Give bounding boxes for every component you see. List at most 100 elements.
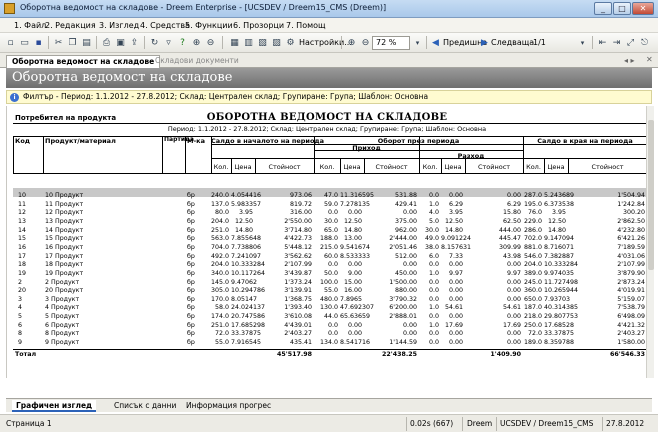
menu-functions[interactable]: 5. Функции [185,21,233,30]
row-value: 9.541674 [340,244,371,251]
row-value: 12.50 [234,218,253,225]
row-product: 11 Продукт [45,201,84,208]
row-value: 4.054416 [231,192,262,199]
open-icon[interactable]: ▭ [18,36,31,49]
row-value: 6'421.26 [617,235,645,242]
row-code: 5 [18,313,23,320]
menu-windows[interactable]: 6. Прозорци [233,21,284,30]
scroll-tabs-icon[interactable]: ◂ ▸ [624,56,635,65]
row-value: 0.0 [327,209,338,216]
chart-icon[interactable]: ▥ [242,36,255,49]
row-value: 704.0 [211,244,230,251]
header-income: Приход [352,144,381,152]
zoom-out-icon[interactable]: ⊖ [204,36,217,49]
menu-tools[interactable]: 4. Средства [140,21,190,30]
print-icon[interactable]: ⎙ [100,36,113,49]
paste-icon[interactable]: ▤ [80,36,93,49]
row-value: 0.00 [347,261,362,268]
subheader-value: Стойност [591,163,624,171]
cut-icon[interactable]: ✂ [52,36,65,49]
new-icon[interactable]: ▫ [4,36,17,49]
minimize-button[interactable]: _ [594,2,612,15]
app-icon[interactable] [4,3,15,14]
last-page-icon[interactable]: ⇥ [610,36,623,49]
menu-view[interactable]: 3. Изглед [99,21,139,30]
total-income: 22'438.25 [382,351,417,358]
menu-file[interactable]: 1. Файл [14,21,46,30]
tab-graphic-view[interactable]: Графичен изглед [12,400,97,412]
filter-bar[interactable]: i Филтър - Период: 1.1.2012 - 27.8.2012;… [6,90,652,104]
row-product: 4 Продукт [45,304,80,311]
zoom-out-icon-2[interactable]: ⊖ [359,36,372,49]
menu-help[interactable]: 7. Помощ [286,21,326,30]
save-icon[interactable]: ▪ [32,36,45,49]
data-table: Код Продукт/материал Партида М-ка Салдо в на… [7,106,646,378]
prev-page-icon[interactable]: ◀ [429,36,442,49]
first-page-icon[interactable]: ⇤ [596,36,609,49]
row-value: 0.00 [506,279,521,286]
help-icon[interactable]: ? [176,36,189,49]
tab-data-list[interactable]: Списък с данни [110,400,180,412]
preview-icon[interactable]: ▣ [114,36,127,49]
grid-icon[interactable]: ▦ [228,36,241,49]
filter-icon[interactable]: ▿ [162,36,175,49]
page-dropdown-icon[interactable]: ▾ [576,36,589,49]
zoom-select[interactable]: 72 % [372,36,410,50]
next-page-button[interactable]: Следваща [491,38,534,47]
menu-edit[interactable]: 2. Редакция [45,21,96,30]
tab-turnover-sheet[interactable]: Оборотна ведомост на складове [6,55,161,68]
tab-progress-info[interactable]: Информация прогрес [182,400,275,412]
row-value: 8.05147 [231,296,258,303]
row-value: 305.0 [211,287,230,294]
next-page-icon[interactable]: ▶ [478,36,491,49]
row-value: 17.68528 [544,322,575,329]
row-value: 819.72 [289,201,312,208]
row-value: 15.00 [343,279,362,286]
export-icon[interactable]: ⇪ [128,36,141,49]
row-value: 0.0 [327,322,338,329]
row-value: 2'051.46 [389,244,417,251]
chevron-down-icon[interactable]: ▾ [411,36,424,49]
layout-icon[interactable]: ▧ [256,36,269,49]
row-value: 0.00 [506,330,521,337]
zoom-in-icon-2[interactable]: ⊕ [345,36,358,49]
row-value: 2'862.50 [617,218,645,225]
row-code: 8 [18,330,23,337]
zoom-in-icon[interactable]: ⊕ [190,36,203,49]
row-value: 2'107.99 [284,261,312,268]
row-value: 240.0 [211,192,230,199]
view-tabs: Графичен изглед Списък с данни Информаци… [6,398,652,412]
row-value: 3'879.90 [617,270,645,277]
row-value: 187.0 [523,304,542,311]
row-value: 3'790.32 [389,296,417,303]
row-unit: бр [187,192,195,199]
settings-icon[interactable]: ⚙ [284,36,297,49]
row-value: 0.0 [428,192,439,199]
tab-warehouse-docs[interactable]: Складови документи [150,55,244,68]
fit-icon[interactable]: ⤢ [624,36,637,49]
row-code: 19 [18,270,27,277]
scrollbar-thumb[interactable] [648,120,654,270]
vertical-scrollbar[interactable] [646,106,654,378]
maximize-button[interactable]: □ [613,2,631,15]
close-button[interactable]: ✕ [632,2,654,15]
subheader-qty: Кол. [422,163,438,171]
row-product: 15 Продукт [45,235,84,242]
settings-button[interactable]: Настройки... [299,38,352,47]
row-value: 702.0 [523,235,542,242]
copy-icon[interactable]: ❐ [66,36,79,49]
row-value: 134.0 [319,339,338,346]
exit-icon[interactable]: ⎋ [638,36,651,49]
row-unit: бр [187,227,195,234]
columns-icon[interactable]: ▨ [270,36,283,49]
refresh-icon[interactable]: ↻ [148,36,161,49]
row-value: 2'550.00 [284,218,312,225]
report-header: Оборотна ведомост на складове [6,68,652,88]
row-value: 1'393.40 [284,304,312,311]
row-value: 245.0 [523,279,542,286]
row-value: 0.00 [506,339,521,346]
row-value: 7.241097 [231,253,262,260]
close-tab-icon[interactable]: ✕ [646,55,653,64]
row-unit: бр [187,304,195,311]
row-unit: бр [187,313,195,320]
